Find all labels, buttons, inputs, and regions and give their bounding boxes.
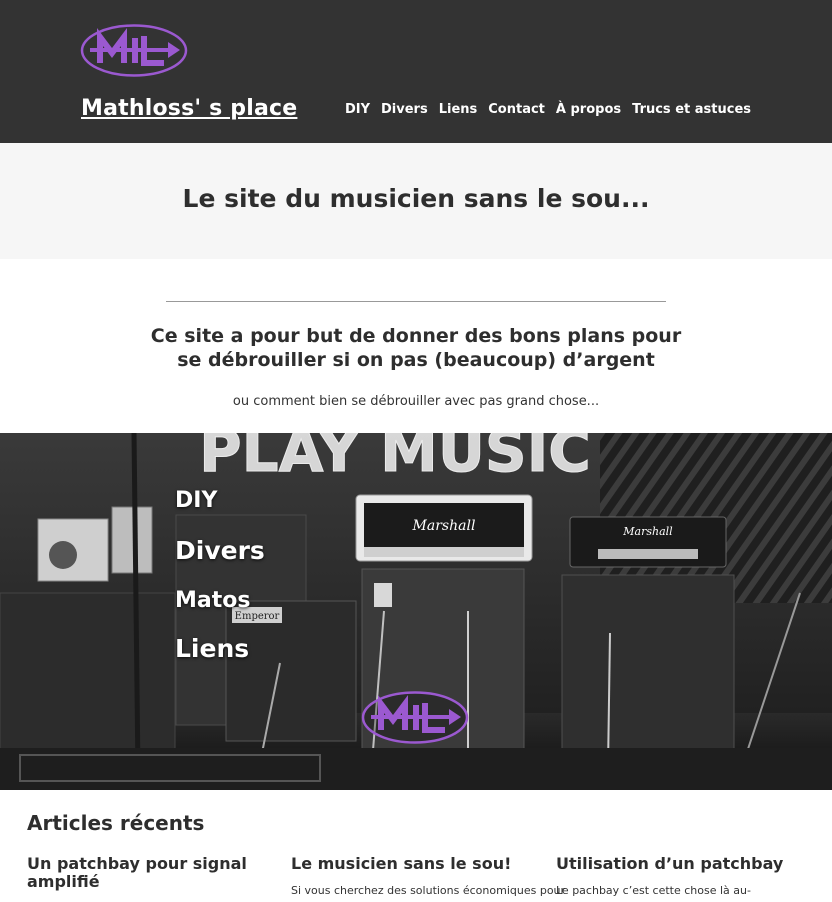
nav-item-liens[interactable]: Liens xyxy=(439,102,478,117)
nav-item-trucs-et-astuces[interactable]: Trucs et astuces xyxy=(632,102,751,117)
site-title[interactable]: Mathloss' s place xyxy=(81,96,297,121)
article-title-link[interactable]: Un patchbay pour signal amplifié xyxy=(27,854,247,891)
intro-subtext: ou comment bien se débrouiller avec pas … xyxy=(232,394,600,409)
ml-logo-icon xyxy=(80,24,188,77)
intro-heading: Ce site a pour but de donner des bons pl… xyxy=(0,324,832,372)
article-title-link[interactable]: Utilisation d’un patchbay xyxy=(556,854,783,873)
nav-item-diy[interactable]: DIY xyxy=(345,102,370,117)
article-excerpt: Le pachbay c’est cette chose là au- xyxy=(556,884,751,897)
article-title-link[interactable]: Le musicien sans le sou! xyxy=(291,854,511,873)
hero-menu-item-liens[interactable]: Liens xyxy=(175,634,249,663)
hero-ml-logo-icon xyxy=(361,691,469,744)
section-divider xyxy=(166,301,666,302)
article-card: Le musicien sans le sou! Si vous cherche… xyxy=(291,854,566,898)
intro-heading-line-1: Ce site a pour but de donner des bons pl… xyxy=(150,325,682,347)
hero-menu-item-diy[interactable]: DIY xyxy=(175,488,217,513)
article-excerpt: Si vous cherchez des solutions économiqu… xyxy=(291,884,566,897)
intro-heading-line-2: se débrouiller si on pas (beaucoup) d’ar… xyxy=(177,349,655,371)
nav-item-divers[interactable]: Divers xyxy=(381,102,428,117)
nav-item-a-propos[interactable]: À propos xyxy=(556,102,621,117)
neon-sign: PLAY MUSIC xyxy=(199,433,591,485)
main-nav: DIY Divers Liens Contact À propos Trucs … xyxy=(345,102,751,117)
site-tagline: Le site du musicien sans le sou... xyxy=(182,184,650,213)
hero-menu-item-divers[interactable]: Divers xyxy=(175,536,265,565)
hero-menu-item-matos[interactable]: Matos xyxy=(175,588,250,613)
site-header: Mathloss' s place DIY Divers Liens Conta… xyxy=(0,0,832,143)
article-card: Un patchbay pour signal amplifié xyxy=(27,855,279,901)
amp-brand-right: Marshall xyxy=(622,525,673,538)
site-logo[interactable] xyxy=(80,23,188,78)
article-card: Utilisation d’un patchbay Le pachbay c’e… xyxy=(556,855,808,898)
nav-item-contact[interactable]: Contact xyxy=(488,102,545,117)
amp-brand-center: Marshall xyxy=(412,518,476,534)
recent-articles-title: Articles récents xyxy=(27,811,205,835)
